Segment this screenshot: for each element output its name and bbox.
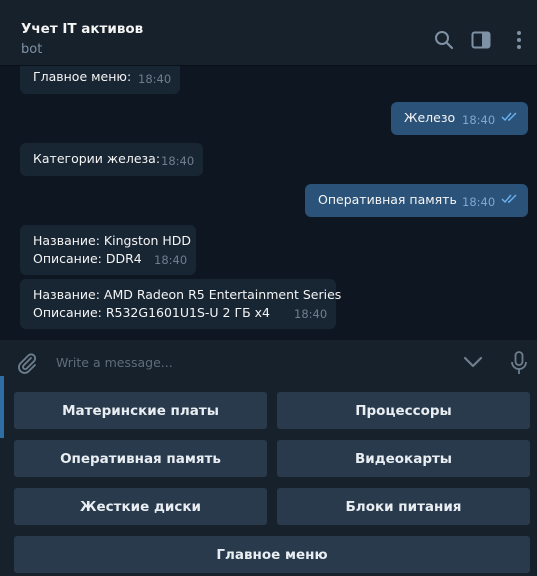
message-bubble[interactable]: Название: AMD Radeon R5 Entertainment Se… — [20, 279, 341, 329]
scroll-indicator — [0, 376, 4, 438]
double-check-icon — [501, 190, 518, 208]
message-text-line-2: Описание: R532G1601U1S-U 2 ГБ x4 — [33, 305, 270, 320]
message-bubble[interactable]: Категории железа: 18:40 — [20, 143, 203, 176]
message-bubble[interactable]: Главное меню: 18:40 — [20, 66, 180, 94]
message-time: 18:40 — [462, 113, 496, 127]
message-list[interactable]: Главное меню: 18:40 Железо 18:40 Категор… — [0, 66, 537, 340]
keyboard-button-main-menu[interactable]: Главное меню — [14, 536, 530, 573]
keyboard-button-power-supplies[interactable]: Блоки питания — [277, 488, 530, 525]
message-input[interactable]: Write a message... — [56, 355, 173, 370]
window-top-strip — [0, 0, 537, 12]
paperclip-icon[interactable] — [15, 351, 39, 375]
double-check-icon — [501, 108, 518, 126]
search-icon[interactable] — [433, 29, 455, 51]
message-time: 18:40 — [294, 307, 328, 321]
message-time: 18:40 — [154, 253, 188, 267]
keyboard-button-video-cards[interactable]: Видеокарты — [277, 440, 530, 477]
message-text-line-1: Название: AMD Radeon R5 Entertainment Se… — [33, 287, 342, 302]
message-bubble[interactable]: Оперативная память 18:40 — [305, 184, 528, 217]
message-time: 18:40 — [138, 72, 172, 86]
chat-header[interactable]: Учет IT активов bot — [0, 12, 537, 66]
message-text: Оперативная память — [318, 192, 457, 207]
message-text-line-2: Описание: DDR4 — [33, 251, 142, 266]
keyboard-button-ram[interactable]: Оперативная память — [14, 440, 267, 477]
message-text: Железо — [404, 110, 456, 125]
message-text-line-1: Название: Kingston HDD — [33, 233, 192, 248]
message-text: Главное меню: — [33, 69, 132, 84]
chat-subtitle: bot — [21, 42, 43, 57]
message-bubble[interactable]: Название: Kingston HDD Описание: DDR4 18… — [20, 225, 196, 275]
chevron-down-icon[interactable] — [462, 354, 484, 370]
message-time: 18:40 — [161, 154, 195, 168]
message-composer: Write a message... — [0, 340, 537, 384]
more-vertical-icon[interactable] — [508, 29, 530, 51]
keyboard-button-processors[interactable]: Процессоры — [277, 392, 530, 429]
keyboard-button-motherboards[interactable]: Материнские платы — [14, 392, 267, 429]
chat-title[interactable]: Учет IT активов — [21, 21, 143, 37]
reply-keyboard: Материнские платы Процессоры Оперативная… — [0, 384, 537, 576]
message-text: Категории железа: — [33, 151, 161, 166]
keyboard-button-hard-drives[interactable]: Жесткие диски — [14, 488, 267, 525]
message-time: 18:40 — [462, 195, 496, 209]
microphone-icon[interactable] — [509, 350, 529, 376]
sidebar-toggle-icon[interactable] — [470, 29, 492, 51]
message-bubble[interactable]: Железо 18:40 — [391, 102, 528, 135]
